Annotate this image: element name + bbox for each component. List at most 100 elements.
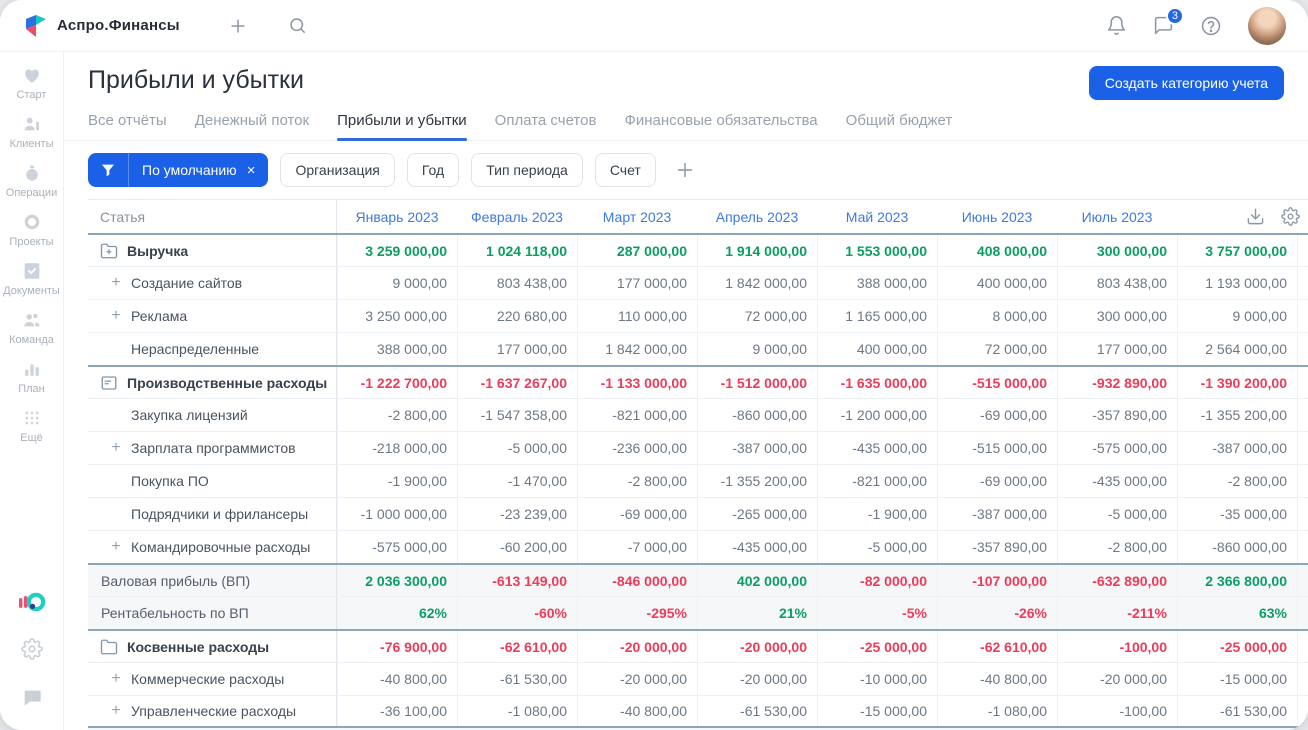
cell-value: -20 000,00 bbox=[697, 631, 817, 662]
cell-value: 177 000,00 bbox=[577, 267, 697, 299]
cell-value: -5 000,00 bbox=[1057, 498, 1177, 530]
default-filter-pill[interactable]: По умолчанию × bbox=[88, 153, 269, 187]
table-settings-icon[interactable] bbox=[1281, 207, 1300, 226]
table-row[interactable]: +Закупка лицензий-2 800,00-1 547 358,00-… bbox=[88, 398, 1308, 431]
cell-value: 110 000,00 bbox=[577, 300, 697, 332]
row-label-cell[interactable]: + Реклама bbox=[88, 300, 337, 332]
table-row[interactable]: Выручка 3 259 000,00 1 024 118,00 287 000,0… bbox=[88, 233, 1308, 266]
column-header-month: Март 2023 bbox=[602, 208, 672, 225]
sidebar-item-projects[interactable]: Проекты bbox=[0, 211, 63, 248]
create-category-button[interactable]: Создать категорию учета bbox=[1088, 66, 1284, 100]
table-row[interactable]: + Создание сайтов 9 000,00 803 438,00 177 00… bbox=[88, 266, 1308, 299]
tab-invoices[interactable]: Оплата счетов bbox=[495, 106, 597, 140]
filter-chip-organization[interactable]: Организация bbox=[280, 153, 395, 187]
cell-value: -76 900,00 bbox=[337, 631, 457, 662]
tab-cash-flow[interactable]: Денежный поток bbox=[195, 106, 309, 140]
table-row[interactable]: + Коммерческие расходы -40 800,00 -61 530,0… bbox=[88, 662, 1308, 695]
table-row[interactable]: Рентабельность по ВП 62% -60% -295% 21% -5% -2… bbox=[88, 596, 1308, 629]
app-window: Аспро.Финансы 3 Старт Клиенты Операции Прое… bbox=[0, 0, 1308, 730]
cell-filler bbox=[1297, 235, 1308, 266]
clear-filter-icon[interactable]: × bbox=[247, 162, 269, 179]
expand-plus-icon[interactable]: + bbox=[110, 308, 122, 324]
sidebar-item-documents[interactable]: Документы bbox=[0, 260, 63, 297]
row-label-cell[interactable]: + Создание сайтов bbox=[88, 267, 337, 299]
row-label-cell[interactable]: + Командировочные расходы bbox=[88, 531, 337, 563]
support-chat-icon[interactable] bbox=[21, 687, 43, 714]
search-icon[interactable] bbox=[288, 16, 307, 35]
row-label-cell[interactable]: + Зарплата программистов bbox=[88, 432, 337, 464]
filter-chip-account[interactable]: Счет bbox=[594, 153, 656, 187]
tab-profit-loss[interactable]: Прибыли и убытки bbox=[337, 106, 467, 141]
row-label-cell[interactable]: +Закупка лицензий bbox=[88, 399, 337, 431]
row-label-cell[interactable]: +Нераспределенные bbox=[88, 333, 337, 365]
cell-value: -40 800,00 bbox=[577, 696, 697, 726]
cell-value: 1 842 000,00 bbox=[697, 267, 817, 299]
brand[interactable]: Аспро.Финансы bbox=[22, 13, 180, 39]
sidebar-item-operations[interactable]: Операции bbox=[0, 162, 63, 199]
expand-plus-icon[interactable]: + bbox=[110, 539, 122, 555]
filters-bar: По умолчанию × Организация Год Тип периода… bbox=[64, 141, 1308, 199]
tab-liabilities[interactable]: Финансовые обязательства bbox=[624, 106, 817, 140]
documents-icon bbox=[21, 260, 43, 282]
cell-value: -1 637 267,00 bbox=[457, 367, 577, 398]
row-label-cell[interactable]: Рентабельность по ВП bbox=[88, 597, 337, 629]
row-label-cell[interactable]: Косвенные расходы bbox=[88, 631, 337, 662]
table-row[interactable]: + Реклама 3 250 000,00 220 680,00 110 000,00… bbox=[88, 299, 1308, 332]
expand-plus-icon[interactable]: + bbox=[110, 703, 122, 719]
table-row[interactable]: Производственные расходы -1 222 700,00 -1 … bbox=[88, 365, 1308, 398]
table-row[interactable]: Валовая прибыль (ВП) 2 036 300,00 -613 149… bbox=[88, 563, 1308, 596]
filter-chip-year[interactable]: Год bbox=[406, 153, 460, 187]
table-row[interactable]: + Зарплата программистов -218 000,00 -5 000… bbox=[88, 431, 1308, 464]
cell-filler bbox=[1297, 300, 1308, 332]
table-row[interactable]: + Командировочные расходы -575 000,00 -60 2… bbox=[88, 530, 1308, 563]
row-label-cell[interactable]: + Коммерческие расходы bbox=[88, 663, 337, 695]
table-row[interactable]: +Нераспределенные388 000,00177 000,001 8… bbox=[88, 332, 1308, 365]
expand-plus-icon[interactable]: + bbox=[110, 275, 122, 291]
cell-value: -1 355 200,00 bbox=[697, 465, 817, 497]
sidebar-item-start[interactable]: Старт bbox=[0, 64, 63, 101]
filter-chip-period-type[interactable]: Тип периода bbox=[471, 153, 583, 187]
cell-value: 8 000,00 bbox=[937, 300, 1057, 332]
product-logo-icon[interactable] bbox=[17, 590, 47, 616]
sidebar-item-plan[interactable]: План bbox=[0, 358, 63, 395]
cell-value: -1 080,00 bbox=[457, 696, 577, 726]
cell-value: -211% bbox=[1057, 597, 1177, 629]
table-row[interactable]: +Подрядчики и фрилансеры-1 000 000,00-23… bbox=[88, 497, 1308, 530]
add-icon[interactable] bbox=[228, 16, 248, 36]
row-label-cell[interactable]: Выручка bbox=[88, 235, 337, 266]
cell-value: 408 000,00 bbox=[937, 235, 1057, 266]
user-avatar[interactable] bbox=[1248, 6, 1286, 45]
row-label-cell[interactable]: Валовая прибыль (ВП) bbox=[88, 565, 337, 596]
add-filter-icon[interactable] bbox=[674, 159, 696, 181]
cell-value: -1 133 000,00 bbox=[577, 367, 697, 398]
cell-value: 72 000,00 bbox=[937, 333, 1057, 365]
cell-value: -2 800,00 bbox=[577, 465, 697, 497]
row-label: Создание сайтов bbox=[131, 275, 243, 291]
row-label-cell[interactable]: + Управленческие расходы bbox=[88, 696, 337, 726]
help-icon[interactable] bbox=[1200, 15, 1222, 37]
table-row[interactable]: + Управленческие расходы -36 100,00 -1 080,… bbox=[88, 695, 1308, 728]
app-name: Аспро.Финансы bbox=[57, 17, 180, 34]
sidebar-item-team[interactable]: Команда bbox=[0, 309, 63, 346]
row-label-cell[interactable]: Производственные расходы bbox=[88, 367, 337, 398]
download-icon[interactable] bbox=[1246, 207, 1265, 226]
cell-value: -846 000,00 bbox=[577, 565, 697, 596]
expand-plus-icon[interactable]: + bbox=[110, 440, 122, 456]
bell-icon[interactable] bbox=[1106, 15, 1127, 36]
clients-icon bbox=[21, 113, 43, 135]
cell-value: 9 000,00 bbox=[337, 267, 457, 299]
messages-icon[interactable]: 3 bbox=[1153, 7, 1184, 36]
tab-budget[interactable]: Общий бюджет bbox=[846, 106, 953, 140]
column-header-month: Февраль 2023 bbox=[471, 208, 563, 225]
cell-value: -932 890,00 bbox=[1057, 367, 1177, 398]
settings-icon[interactable] bbox=[20, 638, 43, 665]
tab-all-reports[interactable]: Все отчёты bbox=[88, 106, 167, 140]
sidebar-item-more[interactable]: Ещё bbox=[0, 407, 63, 444]
table-row[interactable]: Косвенные расходы -76 900,00 -62 610,00 -20… bbox=[88, 629, 1308, 662]
sidebar-item-clients[interactable]: Клиенты bbox=[0, 113, 63, 150]
table-row[interactable]: +Покупка ПО-1 900,00-1 470,00-2 800,00-1… bbox=[88, 464, 1308, 497]
row-label-cell[interactable]: +Подрядчики и фрилансеры bbox=[88, 498, 337, 530]
cell-value: 63% bbox=[1177, 597, 1297, 629]
expand-plus-icon[interactable]: + bbox=[110, 671, 122, 687]
row-label-cell[interactable]: +Покупка ПО bbox=[88, 465, 337, 497]
